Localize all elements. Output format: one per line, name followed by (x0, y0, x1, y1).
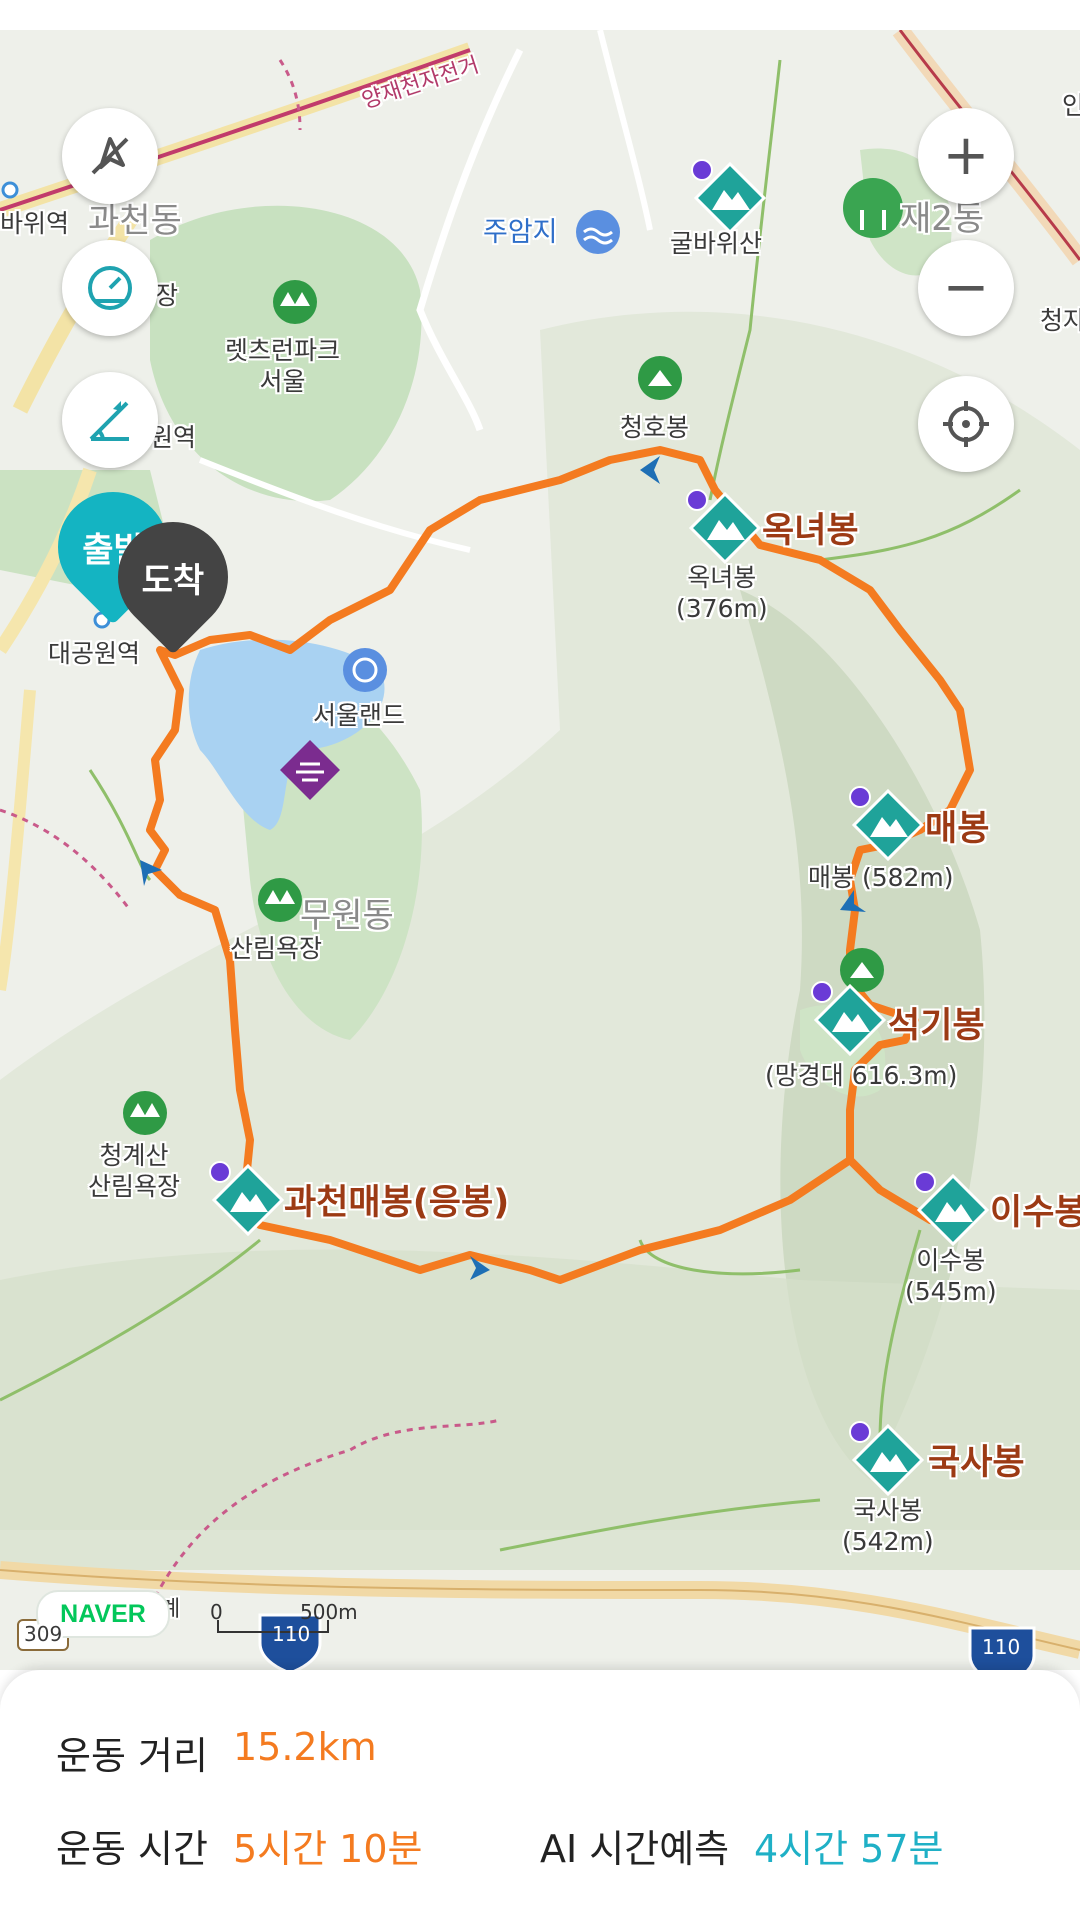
peak-sub-isubong: 이수봉 (545m) (905, 1246, 997, 1307)
road-shield-110-right-label: 110 (982, 1635, 1021, 1659)
peak-title-gwacheon-maebong: 과천매봉(응봉) (284, 1183, 510, 1223)
elevation-button[interactable] (62, 372, 158, 468)
map-base (0, 30, 1080, 1670)
place-label-gwacheon-dong: 과천동 (88, 201, 182, 241)
arrival-pin-label: 도착 (141, 560, 205, 601)
scale-zero: 0 (210, 1600, 223, 1624)
forest-icon (123, 1091, 167, 1135)
place-label-cheong: 청자 (1040, 306, 1080, 335)
zoom-out-button[interactable]: − (918, 240, 1014, 336)
place-label-jang: 장 (155, 281, 179, 310)
mountain-icon (840, 948, 884, 992)
scale-text: 500m (300, 1600, 358, 1624)
peak-sub-oknyeobong: 옥녀봉 (376m) (676, 563, 768, 624)
peak-title-isubong: 이수봉 (990, 1193, 1080, 1233)
map-view[interactable]: 과천동 재2동 무원동 주암지 렛츠런파크 서울 서울랜드 산림욕장 청계산 산… (0, 30, 1080, 1670)
place-label-juamji: 주암지 (483, 217, 558, 248)
zoom-in-button[interactable]: + (918, 108, 1014, 204)
road-shield-309-label: 309 (24, 1622, 63, 1646)
ai-estimate-label: AI 시간예측 (540, 1827, 730, 1871)
peak-sub-guksabong: 국사봉 (542m) (842, 1496, 934, 1557)
distance-value: 15.2km (233, 1725, 377, 1769)
reservoir-icon (576, 210, 620, 254)
place-label-seoul-land: 서울랜드 (313, 701, 406, 730)
time-label: 운동 시간 (56, 1827, 208, 1871)
stats-panel: 운동 거리 15.2km 운동 시간 5시간 10분 AI 시간예측 4시간 5… (0, 1670, 1080, 1919)
place-label-jaeyang: 재2동 (900, 199, 985, 239)
place-label-muwon-dong: 무원동 (300, 896, 394, 936)
place-label-cheonggyesan-forest: 청계산 산림욕장 (88, 1141, 181, 1202)
tree-icon (843, 178, 903, 238)
slope-icon (89, 401, 129, 441)
speedometer-icon (88, 266, 132, 310)
locate-me-button[interactable] (918, 376, 1014, 472)
time-value: 5시간 10분 (233, 1827, 423, 1871)
compass-slash-icon (91, 137, 129, 175)
place-label-station-left: 바위역 (0, 209, 70, 238)
peak-sub-seokgibong: (망경대 616.3m) (765, 1061, 958, 1090)
distance-label: 운동 거리 (56, 1734, 208, 1778)
peak-title-maebong: 매봉 (925, 809, 990, 849)
place-label-letsrun-park: 렛츠런파크 서울 (225, 336, 341, 397)
mountain-icon (638, 356, 682, 400)
place-label-in: 인 (1062, 91, 1080, 120)
peak-label-gulbawisan: 굴바위산 (670, 229, 763, 258)
place-label-forest-bath: 산림욕장 (230, 934, 323, 963)
forest-icon (273, 280, 317, 324)
peak-label-cheonghobong: 청호봉 (620, 413, 690, 442)
forest-icon (258, 878, 302, 922)
ai-estimate-value: 4시간 57분 (754, 1827, 944, 1871)
peak-title-guksabong: 국사봉 (928, 1443, 1025, 1483)
peak-sub-maebong: 매봉 (582m) (808, 863, 954, 892)
crosshair-icon (943, 401, 989, 447)
peak-title-seokgibong: 석기봉 (888, 1006, 985, 1046)
place-label-daegongwon-station: 대공원역 (48, 639, 141, 668)
compass-off-button[interactable] (62, 108, 158, 204)
ferris-wheel-icon (343, 648, 387, 692)
peak-title-oknyeobong: 옥녀봉 (762, 511, 859, 551)
road-shield-110-left-label: 110 (272, 1622, 311, 1646)
speedometer-button[interactable] (62, 240, 158, 336)
